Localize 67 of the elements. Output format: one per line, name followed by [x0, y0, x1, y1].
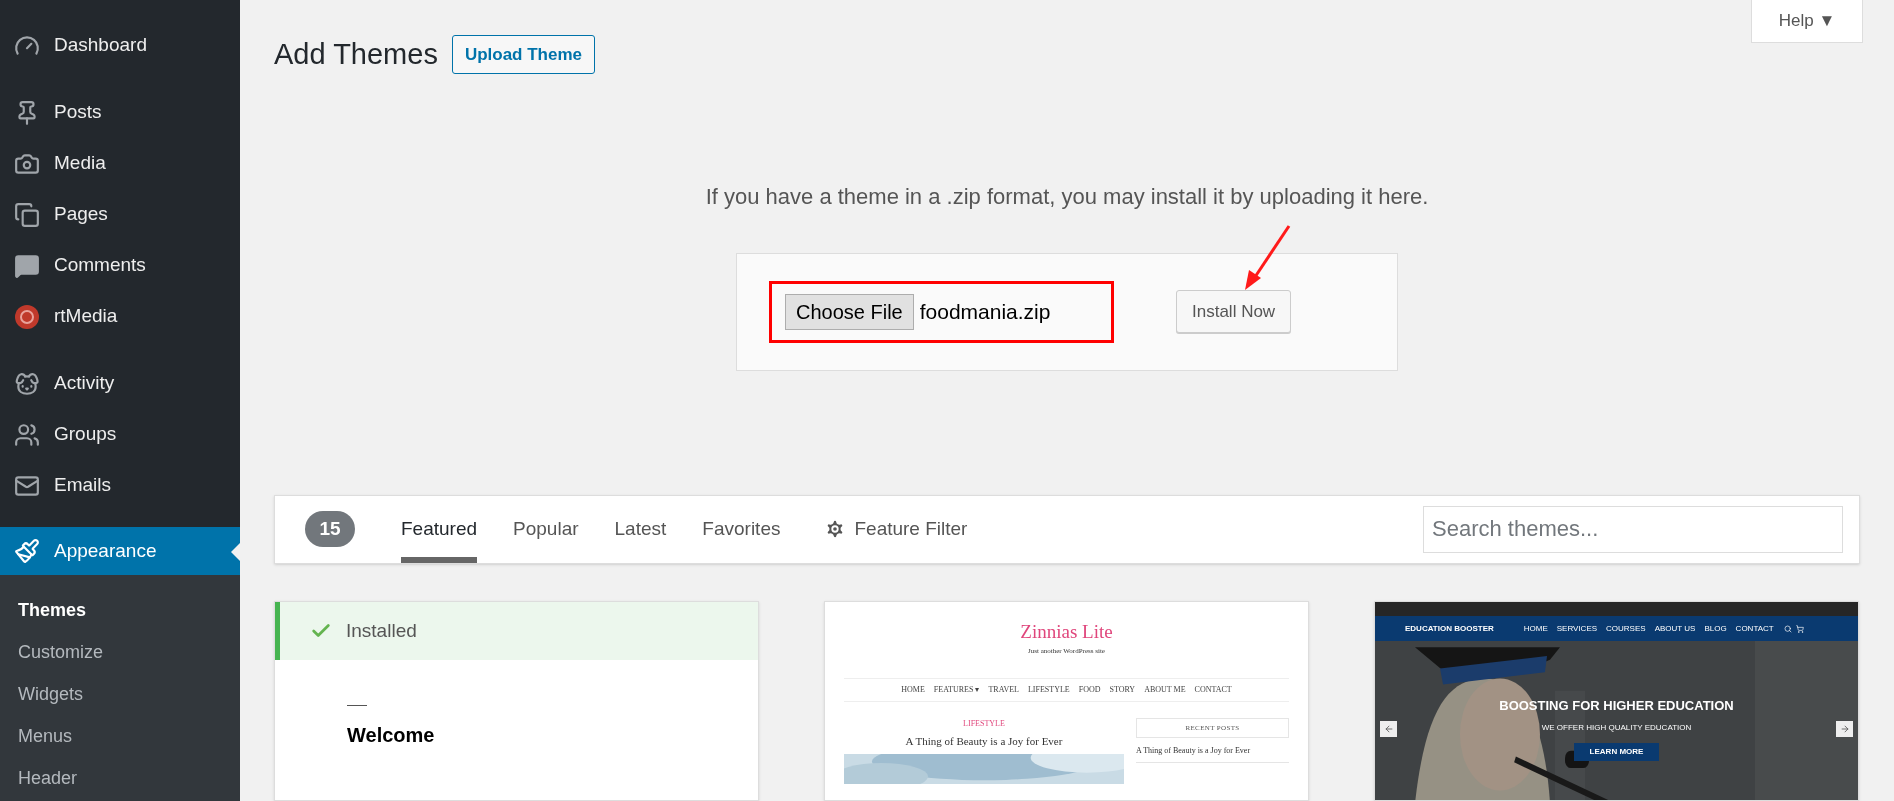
sidebar-item[interactable]: Activity [0, 358, 240, 409]
sidebar-item[interactable]: Media [0, 138, 240, 189]
upload-theme-button[interactable]: Upload Theme [451, 35, 595, 75]
theme-card[interactable]: Installed Welcome [274, 601, 759, 801]
post-category: LIFESTYLE [963, 718, 1005, 731]
install-now-button[interactable]: Install Now [1176, 290, 1292, 334]
nav-link[interactable]: SERVICES [1556, 622, 1598, 635]
nav-link[interactable]: BLOG [1704, 622, 1727, 635]
nav-link[interactable]: ABOUT ME [1144, 684, 1186, 697]
feature-filter-link[interactable]: Feature Filter [824, 495, 968, 563]
submenu-item[interactable]: Menus [0, 715, 240, 757]
search-field[interactable]: Search themes... [1423, 505, 1843, 553]
search-icon[interactable] [1783, 624, 1792, 633]
nav-link[interactable]: STORY [1109, 684, 1136, 697]
submenu-item[interactable]: Themes [0, 589, 240, 631]
pointer-arrow [1243, 223, 1293, 292]
site-title: Zinnias Lite [1020, 620, 1113, 644]
submenu-item[interactable]: Customize [0, 631, 240, 673]
site-logo: EDUCATION BOOSTER [1405, 622, 1494, 635]
sidebar-item[interactable]: Comments [0, 240, 240, 291]
dog-icon [14, 370, 40, 397]
nav-link[interactable]: FEATURES ▾ [933, 684, 980, 697]
nav-link[interactable]: TRAVEL [988, 684, 1019, 697]
sidebar-item[interactable]: Emails [0, 460, 240, 511]
submenu-item[interactable]: Header [0, 757, 240, 799]
filter-tab[interactable]: Featured [401, 495, 478, 563]
previous-slide-button[interactable] [1380, 721, 1397, 737]
preview-heading: Welcome [347, 723, 436, 748]
submenu-item[interactable]: Widgets [0, 673, 240, 715]
sidebar-item[interactable]: Groups [0, 409, 240, 460]
sidebar-item[interactable]: Dashboard [0, 20, 240, 71]
nav-link[interactable]: LIFESTYLE [1027, 684, 1070, 697]
choose-file-button[interactable]: Choose File [785, 293, 914, 330]
people-icon [14, 421, 40, 448]
sidebar-item[interactable]: rtMedia [0, 291, 240, 342]
nav-link[interactable]: HOME [1523, 622, 1548, 635]
nav-link[interactable]: HOME [901, 684, 925, 697]
sidebar-item[interactable]: Posts [0, 87, 240, 138]
paintbrush-icon [14, 538, 40, 564]
current-indicator [231, 543, 240, 561]
nav-link[interactable]: FOOD [1078, 684, 1101, 697]
hero-subline: WE OFFER HIGH QUALITY EDUCATION [1541, 721, 1692, 734]
recent-post-link[interactable]: A Thing of Beauty is a Joy for Ever [1136, 745, 1289, 764]
arrow-left-icon [1383, 724, 1394, 734]
nav-link[interactable]: CONTACT [1735, 622, 1774, 635]
nav-link[interactable]: ABOUT US [1654, 622, 1696, 635]
rt-circle-icon [14, 303, 40, 330]
filter-tab[interactable]: Latest [614, 495, 667, 563]
page-title: Add Themes [274, 37, 438, 72]
installed-label: Installed [346, 618, 417, 643]
speech-bubble-icon [14, 252, 40, 279]
sidebar-item[interactable]: Pages [0, 189, 240, 240]
help-button[interactable]: Help ▼ [1751, 0, 1863, 43]
nav-link[interactable]: COURSES [1606, 622, 1646, 635]
cart-icon[interactable] [1795, 624, 1804, 633]
file-name: foodmania.zip [919, 298, 1051, 325]
filter-tab[interactable]: Popular [513, 495, 579, 563]
next-slide-button[interactable] [1836, 721, 1853, 737]
filter-tab[interactable]: Favorites [702, 495, 781, 563]
file-input[interactable]: Choose File foodmania.zip [769, 280, 1114, 343]
arrow-right-icon [1839, 724, 1850, 734]
theme-count-badge: 15 [305, 511, 355, 548]
nav-link[interactable]: CONTACT [1194, 684, 1232, 697]
sidebar-item[interactable]: Appearance [0, 527, 240, 575]
pages-icon [14, 201, 40, 228]
post-title: A Thing of Beauty is a Joy for Ever [905, 734, 1063, 750]
upload-description: If you have a theme in a .zip format, you may install it by uploading it here. [704, 182, 1430, 211]
